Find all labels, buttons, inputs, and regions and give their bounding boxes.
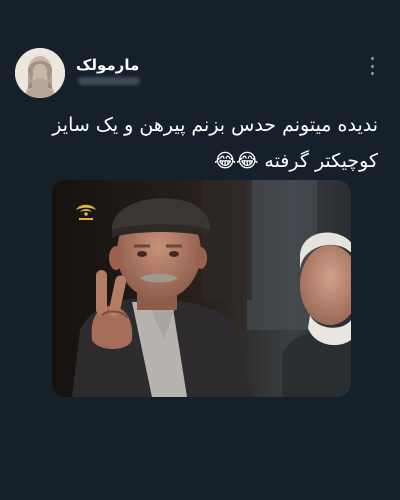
tv-channel-logo: [73, 201, 99, 223]
author-handle-redacted: [78, 77, 140, 85]
more-options-button[interactable]: [364, 54, 380, 78]
tweet-text-line-2: کوچیکتر گرفته 😂😂: [213, 150, 378, 172]
tweet-text: ندیده میتونم حدس بزنم پیرهن و یک سایز کو…: [28, 107, 378, 179]
tweet-text-line-1: ندیده میتونم حدس بزنم پیرهن و یک سایز: [52, 114, 378, 136]
more-vertical-icon-dot: [370, 64, 374, 68]
avatar[interactable]: [15, 48, 65, 98]
tweet-card: مارمولک ندیده میتونم حدس بزنم پیرهن و یک…: [0, 0, 400, 500]
more-vertical-icon-dot: [370, 72, 374, 75]
author-name[interactable]: مارمولک: [76, 56, 139, 74]
more-vertical-icon: [370, 57, 374, 60]
